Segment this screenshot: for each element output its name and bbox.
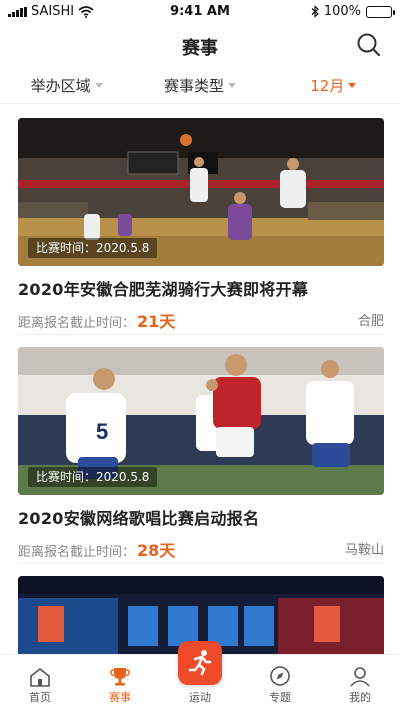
nav-profile[interactable]: 我的 [320, 655, 400, 710]
deadline-days: 28天 [137, 541, 176, 560]
profile-icon [350, 667, 370, 687]
event-meta: 距离报名截止时间： 28天 马鞍山 [18, 537, 384, 560]
event-date-tag: 比赛时间：2020.5.8 [28, 238, 158, 258]
event-card[interactable]: 比赛时间：2020.5.8 2020年安徽合肥芜湖骑行大赛即将开幕 距离报名截止… [18, 118, 384, 331]
nav-events-label: 赛事 [109, 691, 131, 704]
trophy-icon [110, 668, 130, 686]
nav-topics-label: 专题 [269, 691, 291, 704]
running-icon [188, 650, 212, 676]
filter-event-type[interactable]: 赛事类型 [133, 68, 266, 103]
compass-icon [270, 666, 290, 686]
caret-down-icon [94, 83, 103, 88]
deadline-days: 21天 [137, 312, 176, 331]
divider [18, 563, 384, 564]
divider [18, 334, 384, 335]
nav-home[interactable]: 首页 [0, 655, 80, 710]
event-city: 马鞍山 [344, 543, 384, 558]
nav-sport-label: 运动 [189, 691, 211, 704]
nav-topics[interactable]: 专题 [240, 655, 320, 710]
event-image-basketball[interactable]: 比赛时间：2020.5.8 [18, 118, 384, 266]
nav-sport[interactable]: 运动 [160, 641, 240, 710]
deadline-label: 距离报名截止时间： [18, 316, 136, 331]
nav-events[interactable]: 赛事 [80, 655, 160, 710]
caret-down-icon [228, 83, 236, 88]
filter-event-type-label: 赛事类型 [163, 77, 224, 95]
event-image-football[interactable]: 5 比赛时间：2020.5.8 [18, 347, 384, 495]
status-right: 100% [311, 4, 395, 19]
page-title: 赛事 [182, 38, 218, 59]
battery-percent: 100% [323, 4, 361, 19]
page-header: 赛事 [0, 26, 400, 64]
deadline-label: 距离报名截止时间： [18, 545, 136, 560]
filter-month-label: 12月 [310, 77, 345, 95]
bottom-nav: 首页 赛事 运动 专题 我的 [0, 641, 400, 710]
home-icon [30, 667, 50, 687]
filter-bar: 举办区域 赛事类型 12月 [0, 68, 400, 104]
battery-icon [366, 5, 395, 18]
event-title[interactable]: 2020年安徽合肥芜湖骑行大赛即将开幕 [18, 276, 384, 300]
event-date-tag: 比赛时间：2020.5.8 [28, 467, 158, 487]
event-title[interactable]: 2020安徽网络歌唱比赛启动报名 [18, 505, 384, 529]
event-card[interactable]: 5 比赛时间：2020.5.8 2020安徽网络歌唱比赛启动报名 距离报名截止时… [18, 347, 384, 560]
bluetooth-icon [311, 5, 319, 18]
status-bar: SAISHI 9:41 AM 100% [0, 0, 400, 24]
filter-region[interactable]: 举办区域 [0, 68, 133, 103]
svg-text:5: 5 [96, 419, 108, 444]
nav-profile-label: 我的 [349, 691, 371, 704]
search-icon[interactable] [356, 32, 382, 58]
event-city: 合肥 [357, 314, 384, 329]
caret-down-icon [348, 83, 357, 88]
filter-region-label: 举办区域 [30, 77, 91, 95]
filter-month[interactable]: 12月 [267, 68, 400, 103]
nav-home-label: 首页 [29, 691, 51, 704]
event-meta: 距离报名截止时间： 21天 合肥 [18, 308, 384, 331]
sport-center-button[interactable] [178, 641, 222, 685]
